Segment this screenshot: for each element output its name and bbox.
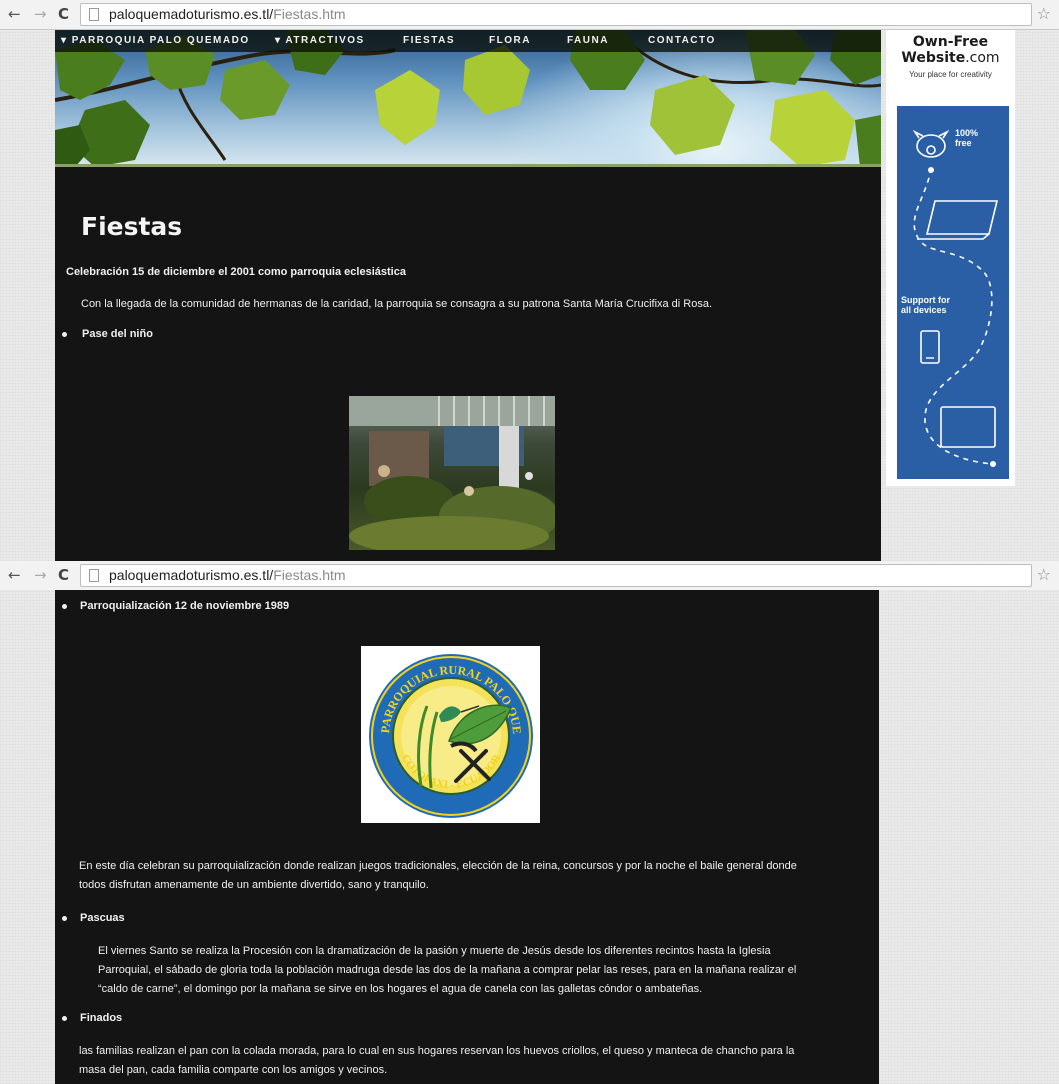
- page-icon: [89, 8, 99, 21]
- browser-toolbar-2: ← → C paloquemadoturismo.es.tl/Fiestas.h…: [0, 561, 1059, 591]
- pase-heading: Pase del niño: [82, 328, 153, 340]
- parroquia-logo: G.A.D. PARROQUIAL RURAL PALO QUEMADO COT…: [355, 635, 540, 823]
- ad-brand-line2: Website.com: [901, 50, 1000, 66]
- address-bar[interactable]: paloquemadoturismo.es.tl/Fiestas.htm: [80, 564, 1032, 587]
- pascuas-text-line2: Parroquial, el sábado de gloria toda la …: [98, 964, 797, 976]
- viewport-1: ▾ PARROQUIA PALO QUEMADO ▾ ATRACTIVOS FI…: [0, 30, 1059, 561]
- page-title: Fiestas: [81, 212, 183, 241]
- banner-bottom-line: [55, 164, 881, 167]
- forward-button[interactable]: →: [34, 5, 47, 23]
- ad-free-label-2: free: [955, 138, 972, 148]
- pascuas-heading: Pascuas: [80, 912, 125, 924]
- bullet-icon: [62, 332, 67, 337]
- bullet-icon: [62, 916, 67, 921]
- advertisement[interactable]: Own-Free Website.com Your place for crea…: [886, 30, 1015, 486]
- url-host: paloquemadoturismo.es.tl/: [109, 6, 274, 22]
- url-path: Fiestas.htm: [273, 6, 346, 22]
- viewport-2: Parroquialización 12 de noviembre 1989 G…: [0, 590, 1059, 1084]
- forward-button[interactable]: →: [34, 566, 47, 584]
- pascuas-text-line1: El viernes Santo se realiza la Procesión…: [98, 945, 771, 957]
- reload-button[interactable]: C: [58, 5, 69, 23]
- url-path: Fiestas.htm: [273, 567, 346, 583]
- finados-text-line1: las familias realizan el pan con la cola…: [79, 1045, 795, 1057]
- ad-tagline: Your place for creativity: [909, 70, 992, 79]
- celebration-text: Con la llegada de la comunidad de herman…: [81, 298, 713, 310]
- ad-support-label-2: all devices: [901, 305, 947, 315]
- parroquializacion-text-line2: todos disfrutan amenamente de un ambient…: [79, 879, 429, 891]
- ad-banner-panel[interactable]: 100% free Support for all devices: [897, 106, 1009, 479]
- nav-atractivos[interactable]: ▾ ATRACTIVOS: [275, 35, 365, 46]
- nav-flora[interactable]: FLORA: [489, 35, 531, 46]
- url-host: paloquemadoturismo.es.tl/: [109, 567, 274, 583]
- address-bar[interactable]: paloquemadoturismo.es.tl/Fiestas.htm: [80, 3, 1032, 26]
- nav-parroquia[interactable]: ▾ PARROQUIA PALO QUEMADO: [61, 35, 250, 46]
- bullet-icon: [62, 604, 67, 609]
- nav-fauna[interactable]: FAUNA: [567, 35, 609, 46]
- bullet-icon: [62, 1016, 67, 1021]
- browser-toolbar: ← → C paloquemadoturismo.es.tl/Fiestas.h…: [0, 0, 1059, 30]
- ad-brand-line1: Own-Free: [912, 34, 989, 50]
- page-icon: [89, 569, 99, 582]
- ad-support-label-1: Support for: [901, 295, 950, 305]
- nativity-scene-image: [349, 396, 555, 550]
- gad-seal-image: G.A.D. PARROQUIAL RURAL PALO QUEMADO COT…: [355, 635, 533, 818]
- bookmark-star-icon[interactable]: ☆: [1037, 4, 1051, 23]
- nav-contacto[interactable]: CONTACTO: [648, 35, 716, 46]
- pase-del-nino-photo: [349, 396, 555, 550]
- back-button[interactable]: ←: [8, 566, 21, 584]
- back-button[interactable]: ←: [8, 5, 21, 23]
- parroquializacion-text-line1: En este día celebran su parroquializació…: [79, 860, 797, 872]
- pascuas-text-line3: “caldo de carne”, el domingo por la maña…: [98, 983, 703, 995]
- main-content-continued: Parroquialización 12 de noviembre 1989 G…: [55, 590, 879, 1084]
- header-banner: ▾ PARROQUIA PALO QUEMADO ▾ ATRACTIVOS FI…: [55, 30, 881, 167]
- main-content: ▾ PARROQUIA PALO QUEMADO ▾ ATRACTIVOS FI…: [55, 30, 881, 561]
- parroquializacion-heading: Parroquialización 12 de noviembre 1989: [80, 600, 290, 612]
- ad-illustration: [912, 129, 999, 467]
- reload-button[interactable]: C: [58, 566, 69, 584]
- bookmark-star-icon[interactable]: ☆: [1037, 565, 1051, 584]
- ad-free-label-1: 100%: [955, 128, 979, 138]
- finados-heading: Finados: [80, 1012, 123, 1024]
- finados-text-line2: masa del pan, cada familia comparte con …: [79, 1064, 388, 1076]
- nav-fiestas[interactable]: FIESTAS: [403, 35, 455, 46]
- top-navigation: ▾ PARROQUIA PALO QUEMADO ▾ ATRACTIVOS FI…: [55, 30, 881, 52]
- celebration-heading: Celebración 15 de diciembre el 2001 como…: [66, 266, 406, 278]
